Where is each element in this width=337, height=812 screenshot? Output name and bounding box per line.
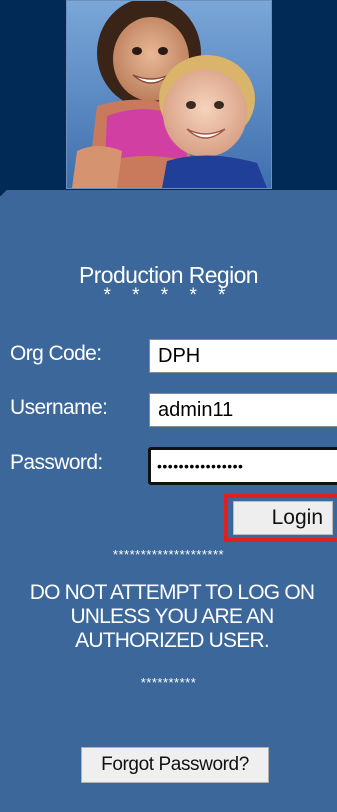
children-photo-icon: [67, 1, 271, 188]
org-code-input[interactable]: [149, 339, 337, 373]
password-label: Password:: [10, 451, 103, 474]
username-input[interactable]: [149, 393, 337, 427]
org-code-label: Org Code:: [10, 342, 102, 365]
region-stars: * * * * *: [103, 285, 234, 306]
password-input[interactable]: [148, 447, 337, 485]
authorization-warning: DO NOT ATTEMPT TO LOG ON UNLESS YOU ARE …: [29, 581, 315, 652]
warning-stars-top: ********************: [112, 547, 225, 562]
forgot-password-button[interactable]: Forgot Password?: [81, 747, 269, 783]
warning-stars-bottom: **********: [140, 675, 197, 690]
children-photo: [66, 0, 272, 189]
login-button[interactable]: Login: [233, 501, 333, 535]
login-screen: Production Region * * * * * Org Code: Us…: [0, 0, 337, 812]
header-photo-band: [0, 0, 337, 196]
username-label: Username:: [10, 396, 108, 419]
